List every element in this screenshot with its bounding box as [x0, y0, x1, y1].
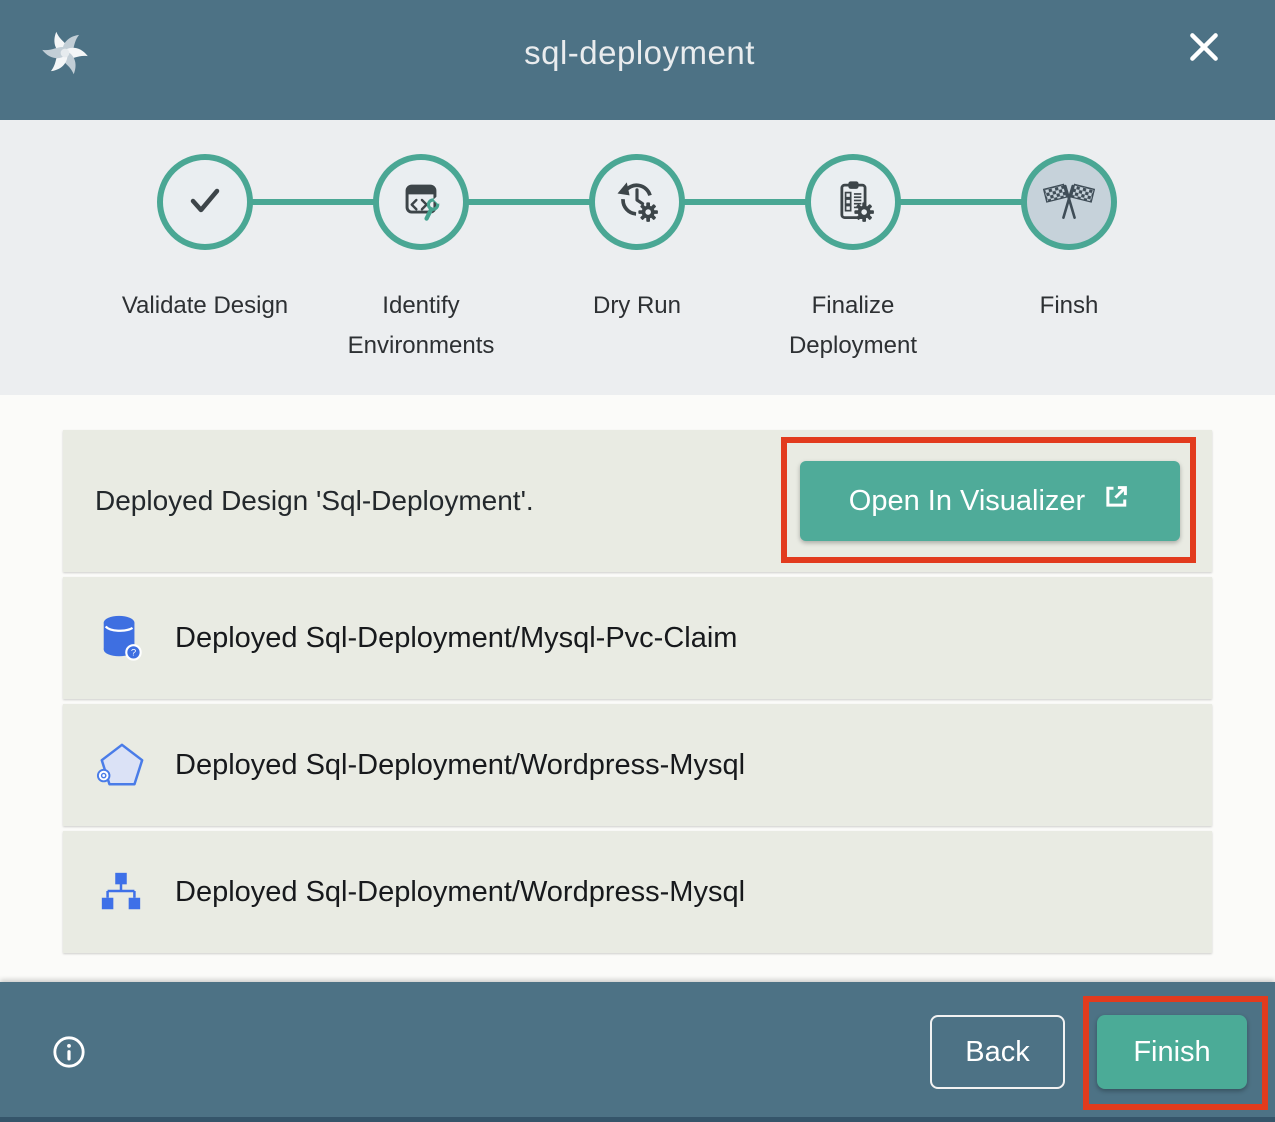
modal-title: sql-deployment [94, 34, 1185, 72]
deployed-item-message: Deployed Sql-Deployment/Wordpress-Mysql [175, 749, 745, 782]
modal-footer: Back Finish [0, 982, 1275, 1122]
deployed-item-row: Deployed Sql-Deployment/Wordpress-Mysql [63, 831, 1212, 953]
step-dry-run: Dry Run [529, 154, 745, 366]
deployed-item-message: Deployed Sql-Deployment/Wordpress-Mysql [175, 876, 745, 909]
deployed-item-message: Deployed Sql-Deployment/Mysql-Pvc-Claim [175, 622, 737, 655]
open-in-visualizer-button[interactable]: Open In Visualizer [800, 461, 1180, 541]
open-in-visualizer-label: Open In Visualizer [849, 485, 1085, 518]
pentagon-icon [95, 740, 147, 790]
back-button[interactable]: Back [930, 1015, 1065, 1089]
finish-button[interactable]: Finish [1097, 1015, 1247, 1089]
step-validate-design: Validate Design [97, 154, 313, 366]
deployed-design-message: Deployed Design 'Sql-Deployment'. [95, 485, 534, 517]
stepper: Validate Design [0, 120, 1275, 395]
step-finish: Finsh [961, 154, 1177, 366]
deployment-wizard-modal: sql-deployment Validate Design [0, 0, 1275, 1122]
dry-run-sync-gear-icon [611, 174, 663, 231]
step-label: Dry Run [552, 286, 722, 326]
stepper-steps: Validate Design [97, 154, 1177, 366]
step-circle-finish[interactable] [1021, 154, 1117, 250]
step-identify-environments: Identify Environments [313, 154, 529, 366]
code-config-icon [395, 174, 447, 231]
step-circle-validate-design[interactable] [157, 154, 253, 250]
checklist-gear-icon [827, 174, 879, 231]
hierarchy-icon [95, 869, 147, 915]
step-circle-identify-environments[interactable] [373, 154, 469, 250]
modal-header: sql-deployment [0, 0, 1275, 120]
svg-text:?: ? [131, 648, 136, 659]
info-icon[interactable] [52, 1035, 86, 1069]
check-icon [179, 174, 231, 231]
step-label: Identify Environments [336, 286, 506, 366]
step-circle-finalize-deployment[interactable] [805, 154, 901, 250]
external-link-icon [1101, 482, 1131, 520]
step-label: Validate Design [120, 286, 290, 326]
deployed-item-row: Deployed Sql-Deployment/Wordpress-Mysql [63, 704, 1212, 826]
deployed-item-row: ? Deployed Sql-Deployment/Mysql-Pvc-Clai… [63, 577, 1212, 699]
deployed-design-row: Deployed Design 'Sql-Deployment'. Open I… [63, 430, 1212, 572]
close-icon[interactable] [1185, 28, 1223, 66]
meshery-logo-icon [36, 24, 94, 82]
step-circle-dry-run[interactable] [589, 154, 685, 250]
deployment-results: Deployed Design 'Sql-Deployment'. Open I… [0, 395, 1275, 982]
step-finalize-deployment: Finalize Deployment [745, 154, 961, 366]
finish-flags-icon [1043, 174, 1095, 231]
step-label: Finalize Deployment [768, 286, 938, 366]
step-label: Finsh [984, 286, 1154, 326]
database-icon: ? [95, 611, 147, 665]
